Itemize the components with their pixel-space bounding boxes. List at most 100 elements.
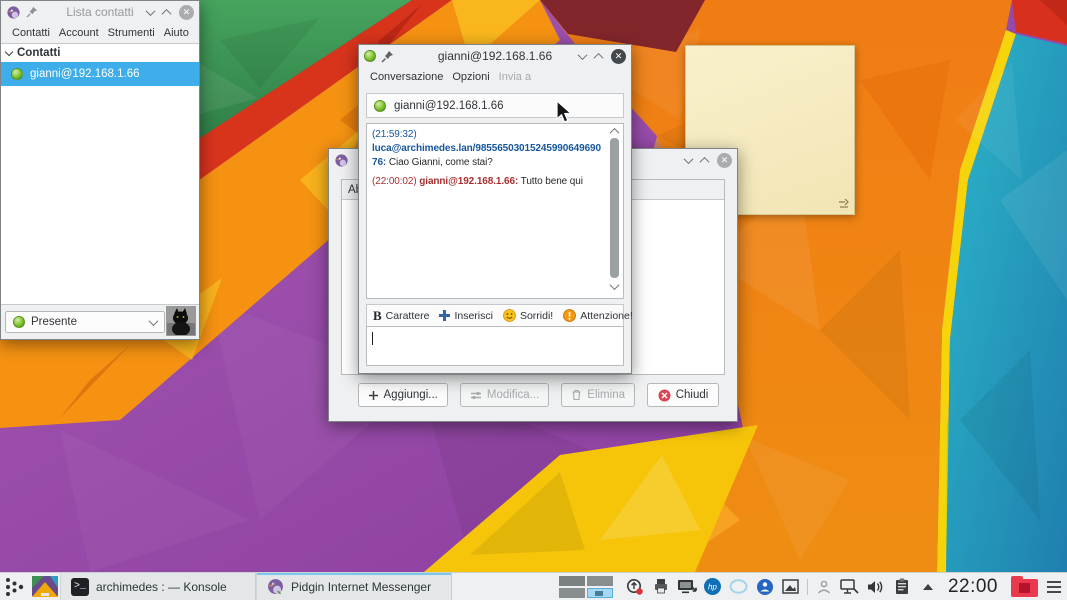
tray-icon-volume[interactable]	[866, 577, 886, 597]
tray-icon-screen-capture[interactable]	[677, 577, 697, 597]
menu-opzioni[interactable]: Opzioni	[452, 71, 489, 83]
virtual-desktop-pager[interactable]	[558, 575, 613, 598]
tray-icon-image-frame[interactable]	[781, 577, 801, 597]
tray-icon-user[interactable]	[814, 577, 834, 597]
status-label: Presente	[31, 316, 78, 328]
pin-icon	[381, 50, 393, 62]
desktop-2[interactable]	[586, 575, 613, 586]
smile-button[interactable]: Sorridi!	[503, 309, 553, 322]
plus-icon	[439, 310, 451, 321]
scroll-up-icon[interactable]	[609, 127, 620, 138]
status-bar: Presente	[1, 305, 199, 339]
status-available-icon	[11, 68, 23, 80]
close-icon[interactable]: ✕	[717, 152, 732, 168]
chat-message: (22:00:02) gianni@192.168.1.66: Tutto be…	[372, 176, 583, 187]
buddy-name: gianni@192.168.1.66	[394, 99, 504, 112]
window-shade-icon[interactable]	[683, 153, 694, 164]
app-launcher-button[interactable]	[0, 573, 30, 600]
window-shade-icon[interactable]	[577, 49, 588, 60]
buddy-icon-avatar[interactable]	[166, 306, 196, 336]
message-input[interactable]	[366, 326, 624, 366]
tray-separator	[806, 578, 808, 595]
desktop-preview-icon	[32, 576, 58, 597]
menu-strumenti[interactable]: Strumenti	[108, 27, 155, 39]
buddy-list-window[interactable]: Lista contatti ✕ Contatti Account Strume…	[0, 0, 200, 340]
maximize-icon[interactable]	[593, 52, 604, 63]
close-window-button[interactable]: Chiudi	[647, 383, 719, 407]
attention-icon	[563, 309, 577, 322]
close-icon[interactable]: ✕	[179, 4, 194, 20]
menu-conversazione[interactable]: Conversazione	[370, 71, 443, 83]
tray-expander-icon[interactable]	[918, 577, 938, 597]
desktop-4-active[interactable]	[586, 587, 613, 598]
text-caret	[372, 332, 373, 345]
pin-icon	[26, 6, 38, 18]
tray-icon-printer[interactable]	[651, 577, 671, 597]
chevron-down-icon	[148, 315, 159, 326]
conversation-history[interactable]: (21:59:32) luca@archimedes.lan/985565030…	[366, 123, 624, 299]
status-available-icon	[13, 316, 25, 328]
plus-icon	[368, 390, 378, 400]
tray-icon-update-notifier[interactable]	[625, 577, 645, 597]
buddy-menubar: Contatti Account Strumenti Aiuto	[1, 23, 199, 43]
panel-menu-icon[interactable]	[1047, 580, 1061, 593]
maximize-icon[interactable]	[699, 156, 710, 167]
desktop-3[interactable]	[558, 587, 585, 598]
menu-invia-a[interactable]: Invia a	[499, 71, 531, 83]
insert-button[interactable]: Inserisci	[439, 310, 493, 322]
tray-icon-contacts[interactable]	[755, 577, 775, 597]
launcher-icon	[6, 577, 24, 596]
desktop-preview-button[interactable]	[30, 573, 60, 600]
sliders-icon	[470, 391, 481, 399]
menu-aiuto[interactable]: Aiuto	[164, 27, 189, 39]
contact-group-row[interactable]: Contatti	[1, 44, 199, 62]
chat-menubar: Conversazione Opzioni Invia a	[359, 67, 631, 87]
buddy-infopane: gianni@192.168.1.66	[366, 93, 624, 118]
buddy-list-titlebar[interactable]: Lista contatti ✕	[1, 1, 199, 23]
pidgin-icon	[268, 579, 283, 595]
maximize-icon[interactable]	[161, 8, 172, 19]
task-pidgin[interactable]: Pidgin Internet Messenger	[256, 573, 452, 600]
delete-account-button[interactable]: Elimina	[561, 383, 635, 407]
chat-titlebar[interactable]: gianni@192.168.1.66 ✕	[359, 45, 631, 67]
chat-window[interactable]: gianni@192.168.1.66 ✕ Conversazione Opzi…	[358, 44, 633, 374]
modify-account-button[interactable]: Modifica...	[459, 383, 550, 407]
clock[interactable]: 22:00	[944, 576, 1002, 598]
window-shade-icon[interactable]	[145, 5, 156, 16]
font-button[interactable]: B Carattere	[373, 308, 429, 324]
svg-text:hp: hp	[709, 583, 718, 592]
attention-button[interactable]: Attenzione!	[563, 309, 633, 322]
tray-icon-oval[interactable]	[729, 577, 749, 597]
tray-icon-screen-share[interactable]	[840, 577, 860, 597]
task-label: archimedes : — Konsole	[96, 579, 227, 594]
konsole-icon: >_	[71, 577, 89, 596]
status-available-icon	[374, 99, 386, 112]
scrollbar-thumb[interactable]	[610, 138, 619, 278]
trash-icon	[572, 389, 581, 401]
formatting-toolbar: B Carattere Inserisci Sorridi! Attenzion…	[366, 304, 633, 326]
tray-icon-clipboard[interactable]	[892, 577, 912, 597]
menu-contatti[interactable]: Contatti	[12, 27, 50, 39]
conversation-scrollbar[interactable]	[608, 126, 621, 296]
desktop-1[interactable]	[558, 575, 585, 586]
smiley-icon	[503, 309, 516, 322]
close-icon[interactable]: ✕	[611, 48, 626, 64]
task-konsole[interactable]: >_ archimedes : — Konsole	[60, 573, 256, 600]
red-folder-icon[interactable]	[1011, 576, 1038, 597]
scroll-down-icon[interactable]	[609, 280, 620, 291]
contact-name: gianni@192.168.1.66	[30, 68, 140, 80]
pidgin-icon	[7, 5, 20, 19]
menu-account[interactable]: Account	[59, 27, 99, 39]
group-label: Contatti	[17, 47, 61, 59]
pidgin-icon	[335, 153, 348, 167]
contact-row-selected[interactable]: gianni@192.168.1.66	[1, 62, 199, 86]
contact-list[interactable]: Contatti gianni@192.168.1.66	[1, 43, 199, 305]
status-selector[interactable]: Presente	[5, 311, 165, 333]
taskbar-panel: >_ archimedes : — Konsole Pidgin Interne…	[0, 572, 1067, 600]
bold-icon: B	[373, 307, 382, 323]
note-resize-icon[interactable]	[838, 196, 850, 210]
status-available-icon	[364, 50, 376, 62]
tray-icon-hp[interactable]: hp	[703, 577, 723, 597]
chevron-down-icon	[4, 47, 14, 56]
add-account-button[interactable]: Aggiungi...	[357, 383, 448, 407]
